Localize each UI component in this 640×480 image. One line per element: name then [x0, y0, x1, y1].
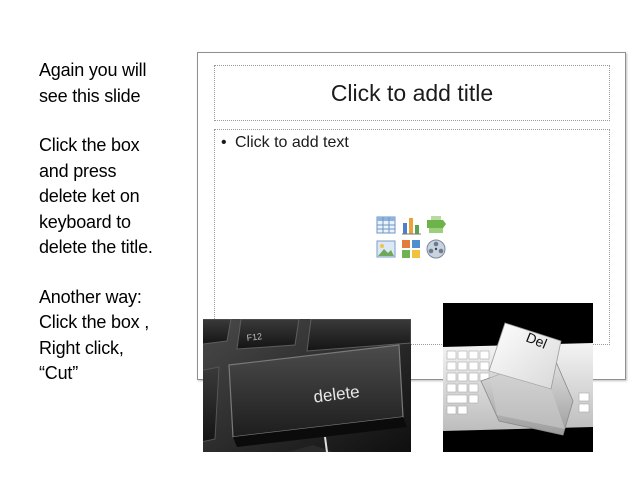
instruction-paragraph-3: Another way: Click the box , Right click…: [39, 286, 150, 384]
upper-key-label: F12: [246, 331, 263, 343]
clipart-icon[interactable]: [400, 238, 422, 260]
table-icon[interactable]: [375, 214, 397, 236]
instruction-paragraph-1: Again you will see this slide: [39, 60, 147, 106]
insert-content-icons: [375, 214, 449, 262]
media-icon[interactable]: [425, 238, 447, 260]
delete-key-photo: F12 delete: [203, 319, 411, 452]
content-bullet: • Click to add text: [221, 134, 349, 152]
instructions-text: Again you will see this slide Click the …: [39, 58, 189, 411]
instruction-paragraph-2: Click the box and press delete ket on ke…: [39, 135, 153, 257]
del-key-photo: Del: [443, 303, 593, 452]
title-placeholder[interactable]: Click to add title: [214, 65, 610, 121]
picture-icon[interactable]: [375, 238, 397, 260]
content-placeholder-text: Click to add text: [235, 134, 349, 151]
chart-icon[interactable]: [400, 214, 422, 236]
smartart-icon[interactable]: [425, 214, 447, 236]
title-placeholder-text: Click to add title: [330, 79, 494, 106]
bullet-glyph: •: [221, 134, 227, 151]
